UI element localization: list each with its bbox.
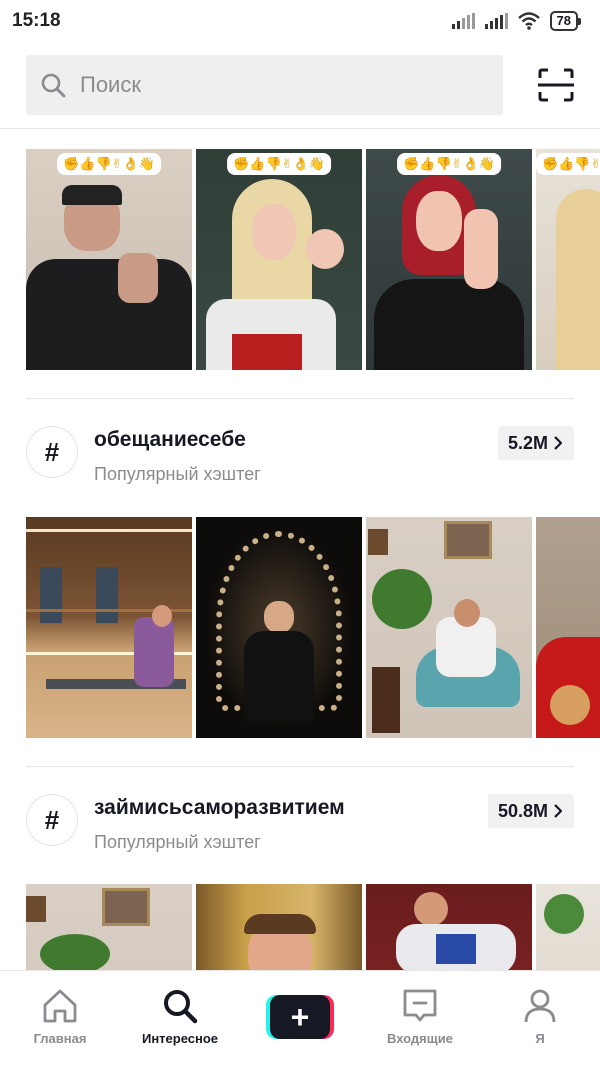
video-row-2 [26, 517, 600, 738]
status-icons: 78 [451, 11, 582, 31]
view-count-badge[interactable]: 5.2M [497, 426, 574, 460]
nav-discover-label: Интересное [141, 1031, 219, 1046]
video-thumbnail[interactable] [196, 517, 362, 738]
video-thumbnail[interactable] [536, 517, 600, 738]
view-count: 50.8M [497, 800, 548, 821]
nav-profile[interactable]: Я [480, 971, 600, 1067]
hashtag-icon: # [26, 794, 78, 846]
nav-profile-label: Я [535, 1031, 545, 1046]
nav-home[interactable]: Главная [0, 971, 120, 1067]
video-thumbnail[interactable]: ✊👍👎✌👌👋 [536, 149, 600, 370]
search-icon [41, 73, 66, 98]
view-count: 5.2M [507, 432, 548, 453]
nav-inbox[interactable]: Входящие [360, 971, 480, 1067]
hashtag-section[interactable]: # обещаниесебе Популярный хэштег 5.2M [26, 426, 574, 486]
emoji-strip: ✊👍👎✌👌👋 [227, 153, 331, 175]
hashtag-section[interactable]: # займисьсаморазвитием Популярный хэштег… [26, 794, 574, 854]
video-thumbnail[interactable]: ✊👍👎✌👌👋 [366, 149, 532, 370]
search-input[interactable] [80, 72, 460, 98]
section-divider [26, 398, 574, 399]
status-time: 15:18 [12, 10, 61, 31]
emoji-strip: ✊👍👎✌👌👋 [57, 153, 161, 175]
home-icon [43, 989, 77, 1023]
chevron-right-icon [554, 804, 562, 818]
hashtag-title: займисьсаморазвитием [94, 796, 345, 819]
cell-signal-2-icon [484, 13, 508, 29]
hashtag-subtitle: Популярный хэштег [94, 464, 261, 484]
section-divider [26, 766, 574, 767]
header-divider [0, 128, 600, 129]
emoji-strip: ✊👍👎✌👌👋 [536, 153, 600, 175]
cell-signal-icon [451, 13, 475, 29]
search-icon [164, 990, 198, 1024]
video-thumbnail[interactable] [26, 517, 192, 738]
battery-indicator: 78 [549, 11, 582, 31]
scan-qr-icon[interactable] [538, 68, 574, 102]
inbox-icon [403, 989, 437, 1022]
hashtag-icon: # [26, 426, 78, 478]
video-thumbnail[interactable] [366, 517, 532, 738]
search-box[interactable] [26, 55, 503, 115]
video-row-1: ✊👍👎✌👌👋 ✊👍👎✌👌👋 ✊👍👎✌👌👋 ✊👍👎✌👌👋 [26, 149, 600, 370]
emoji-strip: ✊👍👎✌👌👋 [397, 153, 501, 175]
view-count-badge[interactable]: 50.8M [487, 794, 574, 828]
search-header [26, 54, 574, 116]
nav-home-label: Главная [33, 1031, 87, 1046]
wifi-icon [517, 12, 540, 30]
chevron-right-icon [554, 436, 562, 450]
hashtag-subtitle: Популярный хэштег [94, 832, 261, 852]
nav-create[interactable]: + [240, 971, 360, 1067]
create-video-button[interactable]: + [266, 995, 334, 1039]
nav-inbox-label: Входящие [387, 1031, 453, 1046]
profile-icon [524, 989, 556, 1023]
video-thumbnail[interactable]: ✊👍👎✌👌👋 [196, 149, 362, 370]
nav-discover[interactable]: Интересное [120, 971, 240, 1067]
bottom-nav: Главная Интересное + Входящие Я [0, 970, 600, 1067]
status-bar: 15:18 78 [0, 0, 600, 42]
video-thumbnail[interactable]: ✊👍👎✌👌👋 [26, 149, 192, 370]
plus-icon: + [270, 995, 330, 1039]
hashtag-title: обещаниесебе [94, 428, 246, 451]
